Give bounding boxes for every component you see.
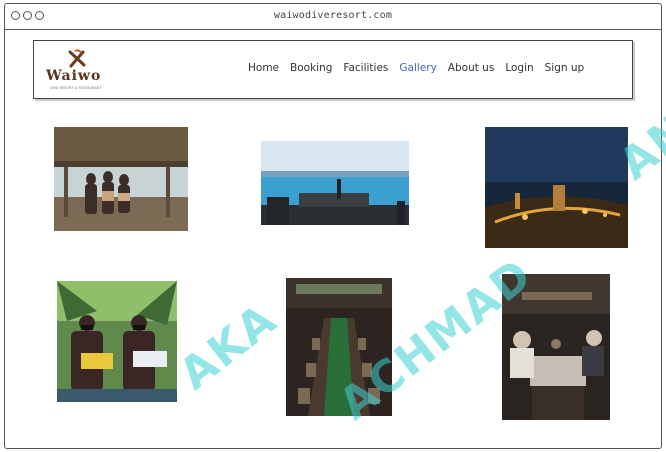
nav-sign-up[interactable]: Sign up bbox=[545, 62, 585, 74]
gallery-photo-staff-welcome[interactable] bbox=[57, 281, 177, 402]
logo-text: Waiwo bbox=[46, 68, 102, 84]
browser-titlebar: waiwodiveresort.com bbox=[5, 4, 661, 30]
nav-login[interactable]: Login bbox=[505, 62, 533, 74]
palm-logo-icon bbox=[68, 49, 86, 68]
nav-booking[interactable]: Booking bbox=[290, 62, 332, 74]
logo-subtitle: DIVE RESORT & RESTAURANT bbox=[50, 86, 102, 90]
gallery-photo-sea-dining[interactable] bbox=[261, 141, 409, 225]
site-logo[interactable]: Waiwo DIVE RESORT & RESTAURANT bbox=[46, 49, 116, 93]
main-nav: Home Booking Facilities Gallery About us… bbox=[248, 62, 595, 74]
gallery-photo-restaurant-table[interactable] bbox=[286, 278, 392, 416]
nav-gallery[interactable]: Gallery bbox=[399, 62, 436, 74]
gallery-photo-dinner-group[interactable] bbox=[502, 274, 610, 420]
address-bar[interactable]: waiwodiveresort.com bbox=[5, 10, 661, 21]
nav-facilities[interactable]: Facilities bbox=[343, 62, 388, 74]
gallery-photo-jetty-group[interactable] bbox=[54, 127, 188, 231]
gallery-photo-night-seaside[interactable] bbox=[485, 127, 628, 248]
nav-home[interactable]: Home bbox=[248, 62, 279, 74]
nav-about-us[interactable]: About us bbox=[448, 62, 495, 74]
site-header: Waiwo DIVE RESORT & RESTAURANT Home Book… bbox=[33, 40, 633, 99]
